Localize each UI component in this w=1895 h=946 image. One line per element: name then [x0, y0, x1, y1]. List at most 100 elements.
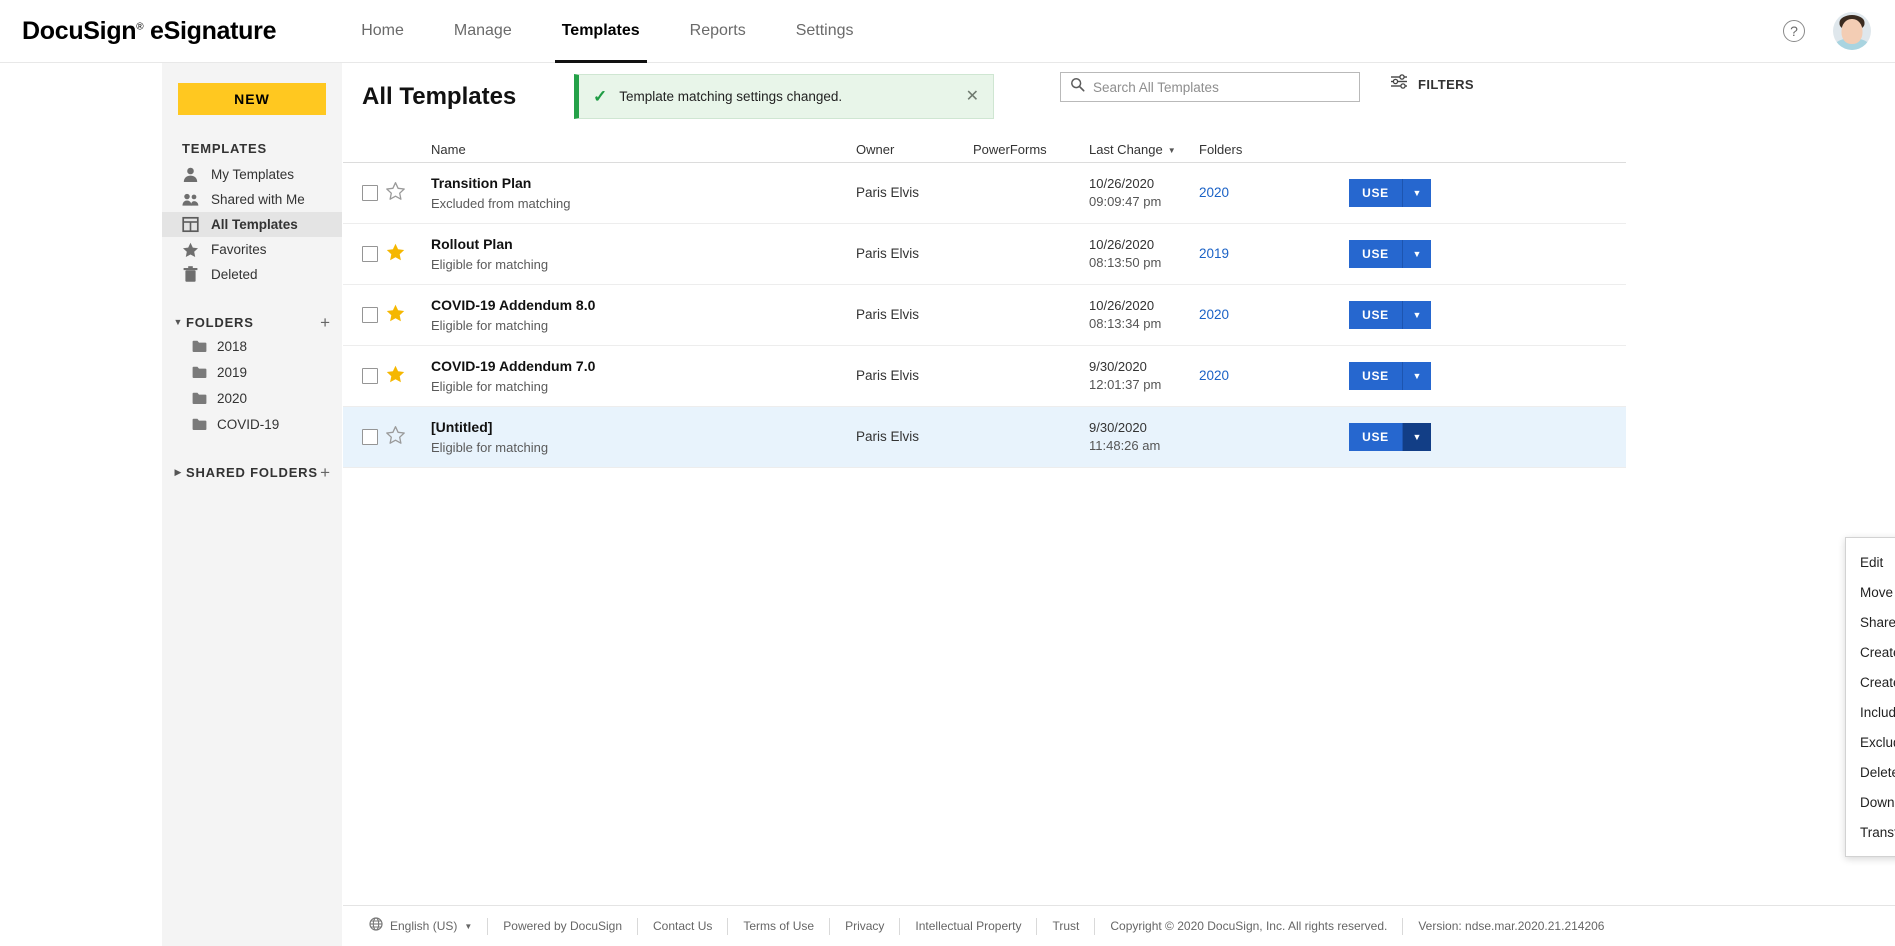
- use-dropdown-caret-icon[interactable]: ▼: [1403, 240, 1431, 268]
- use-button[interactable]: USE: [1349, 179, 1403, 207]
- menu-item-create-a-copy[interactable]: Create a Copy: [1846, 637, 1895, 667]
- row-checkbox[interactable]: [362, 246, 378, 262]
- row-checkbox[interactable]: [362, 185, 378, 201]
- menu-item-delete[interactable]: Delete: [1846, 757, 1895, 787]
- add-folder-button[interactable]: +: [320, 314, 330, 331]
- table-row[interactable]: COVID-19 Addendum 7.0 Eligible for matchi…: [343, 346, 1626, 407]
- sidebar-item-label: Favorites: [211, 242, 267, 257]
- use-dropdown-caret-icon[interactable]: ▼: [1403, 423, 1431, 451]
- nav-item-settings[interactable]: Settings: [771, 0, 879, 63]
- close-icon[interactable]: ✕: [966, 88, 979, 105]
- language-selector[interactable]: English (US) ▼: [369, 916, 472, 936]
- new-button[interactable]: NEW: [178, 83, 326, 115]
- star-icon: [182, 241, 199, 258]
- template-matching-status: Eligible for matching: [431, 256, 549, 272]
- footer-link-trust[interactable]: Trust: [1052, 919, 1079, 933]
- sidebar-item-label: My Templates: [211, 167, 295, 182]
- template-matching-status: Excluded from matching: [431, 195, 571, 211]
- avatar[interactable]: [1833, 12, 1871, 50]
- sidebar-item-all-templates[interactable]: All Templates: [162, 212, 342, 237]
- use-button[interactable]: USE: [1349, 362, 1403, 390]
- footer-link-powered-by-docusign[interactable]: Powered by DocuSign: [503, 919, 622, 933]
- use-dropdown-caret-icon[interactable]: ▼: [1403, 301, 1431, 329]
- folder-link[interactable]: 2020: [1199, 185, 1229, 200]
- footer-link-intellectual-property[interactable]: Intellectual Property: [915, 919, 1021, 933]
- row-checkbox[interactable]: [362, 307, 378, 323]
- use-cell: USE ▼: [1319, 240, 1519, 268]
- template-name-cell[interactable]: Rollout Plan Eligible for matching: [431, 235, 856, 273]
- menu-item-include-in-matching[interactable]: Include in Matching: [1846, 697, 1895, 727]
- header-name[interactable]: Name: [431, 142, 856, 157]
- search-input[interactable]: [1093, 79, 1351, 95]
- nav-item-home[interactable]: Home: [336, 0, 429, 63]
- template-name-cell[interactable]: COVID-19 Addendum 8.0 Eligible for matchi…: [431, 296, 856, 334]
- owner-cell: Paris Elvis: [856, 245, 973, 263]
- last-change-date: 10/26/2020: [1089, 237, 1155, 253]
- folder-item-2018[interactable]: 2018: [162, 333, 342, 359]
- folder-link[interactable]: 2020: [1199, 368, 1229, 383]
- folder-link[interactable]: 2019: [1199, 246, 1229, 261]
- filters-button[interactable]: FILTERS: [1390, 74, 1474, 94]
- table-row[interactable]: [Untitled] Eligible for matching Paris Elv…: [343, 407, 1626, 468]
- grid-icon: [182, 216, 199, 233]
- folders-group-header[interactable]: ▼ FOLDERS +: [162, 311, 342, 333]
- menu-item-transfer-ownership[interactable]: Transfer Ownership: [1846, 817, 1895, 847]
- shared-folders-group-header[interactable]: ▶ SHARED FOLDERS +: [162, 461, 342, 483]
- sidebar-item-deleted[interactable]: Deleted: [162, 262, 342, 287]
- favorite-star-icon[interactable]: [386, 425, 431, 449]
- folder-item-2020[interactable]: 2020: [162, 385, 342, 411]
- footer-links: Powered by DocuSign Contact Us Terms of Us…: [472, 917, 1604, 935]
- nav-item-templates[interactable]: Templates: [537, 0, 665, 63]
- sidebar-item-favorites[interactable]: Favorites: [162, 237, 342, 262]
- row-checkbox[interactable]: [362, 368, 378, 384]
- main-content: All Templates ✓ Template matching settin…: [343, 63, 1895, 946]
- people-icon: [182, 191, 199, 208]
- nav-item-manage[interactable]: Manage: [429, 0, 537, 63]
- header-owner[interactable]: Owner: [856, 142, 973, 157]
- footer-link-terms-of-use[interactable]: Terms of Use: [743, 919, 814, 933]
- nav-item-reports[interactable]: Reports: [665, 0, 771, 63]
- menu-item-edit[interactable]: Edit: [1846, 547, 1895, 577]
- folder-item-2019[interactable]: 2019: [162, 359, 342, 385]
- menu-item-exclude-from-matching[interactable]: Exclude from Matching: [1846, 727, 1895, 757]
- header-powerforms[interactable]: PowerForms: [973, 142, 1089, 157]
- menu-item-download[interactable]: Download: [1846, 787, 1895, 817]
- row-checkbox[interactable]: [362, 429, 378, 445]
- footer-divider: [727, 917, 729, 935]
- header-folders[interactable]: Folders: [1199, 142, 1319, 157]
- use-dropdown-caret-icon[interactable]: ▼: [1403, 362, 1431, 390]
- folder-item-covid-19[interactable]: COVID-19: [162, 411, 342, 437]
- header-last-change[interactable]: Last Change ▼: [1089, 142, 1199, 157]
- menu-item-create-powerform[interactable]: Create PowerForm: [1846, 667, 1895, 697]
- template-name-cell[interactable]: COVID-19 Addendum 7.0 Eligible for matchi…: [431, 357, 856, 395]
- use-dropdown-caret-icon[interactable]: ▼: [1403, 179, 1431, 207]
- favorite-star-icon[interactable]: [386, 243, 431, 266]
- use-button[interactable]: USE: [1349, 240, 1403, 268]
- template-name: [Untitled]: [431, 418, 493, 435]
- favorite-star-icon[interactable]: [386, 304, 431, 327]
- template-name-cell[interactable]: Transition Plan Excluded from matching: [431, 174, 856, 212]
- footer-link-contact-us[interactable]: Contact Us: [653, 919, 712, 933]
- sidebar-item-my-templates[interactable]: My Templates: [162, 162, 342, 187]
- template-name-cell[interactable]: [Untitled] Eligible for matching: [431, 418, 856, 456]
- sidebar-item-shared-with-me[interactable]: Shared with Me: [162, 187, 342, 212]
- nav-right-controls: ?: [1783, 12, 1871, 50]
- favorite-star-icon[interactable]: [386, 365, 431, 388]
- template-name: Rollout Plan: [431, 235, 513, 252]
- owner-name: Paris Elvis: [856, 246, 920, 261]
- table-body: Transition Plan Excluded from matching Par…: [343, 163, 1626, 468]
- table-row[interactable]: Transition Plan Excluded from matching Par…: [343, 163, 1626, 224]
- docusign-logo[interactable]: DocuSign® eSignature: [22, 17, 277, 46]
- use-button[interactable]: USE: [1349, 423, 1403, 451]
- table-row[interactable]: Rollout Plan Eligible for matching Paris E…: [343, 224, 1626, 285]
- menu-item-share-to-folders[interactable]: Share to Folders: [1846, 607, 1895, 637]
- search-box[interactable]: [1060, 72, 1360, 102]
- menu-item-move[interactable]: Move: [1846, 577, 1895, 607]
- folder-link[interactable]: 2020: [1199, 307, 1229, 322]
- table-row[interactable]: COVID-19 Addendum 8.0 Eligible for matchi…: [343, 285, 1626, 346]
- add-shared-folder-button[interactable]: +: [320, 464, 330, 481]
- favorite-star-icon[interactable]: [386, 181, 431, 205]
- help-icon[interactable]: ?: [1783, 20, 1805, 42]
- footer-link-privacy[interactable]: Privacy: [845, 919, 884, 933]
- use-button[interactable]: USE: [1349, 301, 1403, 329]
